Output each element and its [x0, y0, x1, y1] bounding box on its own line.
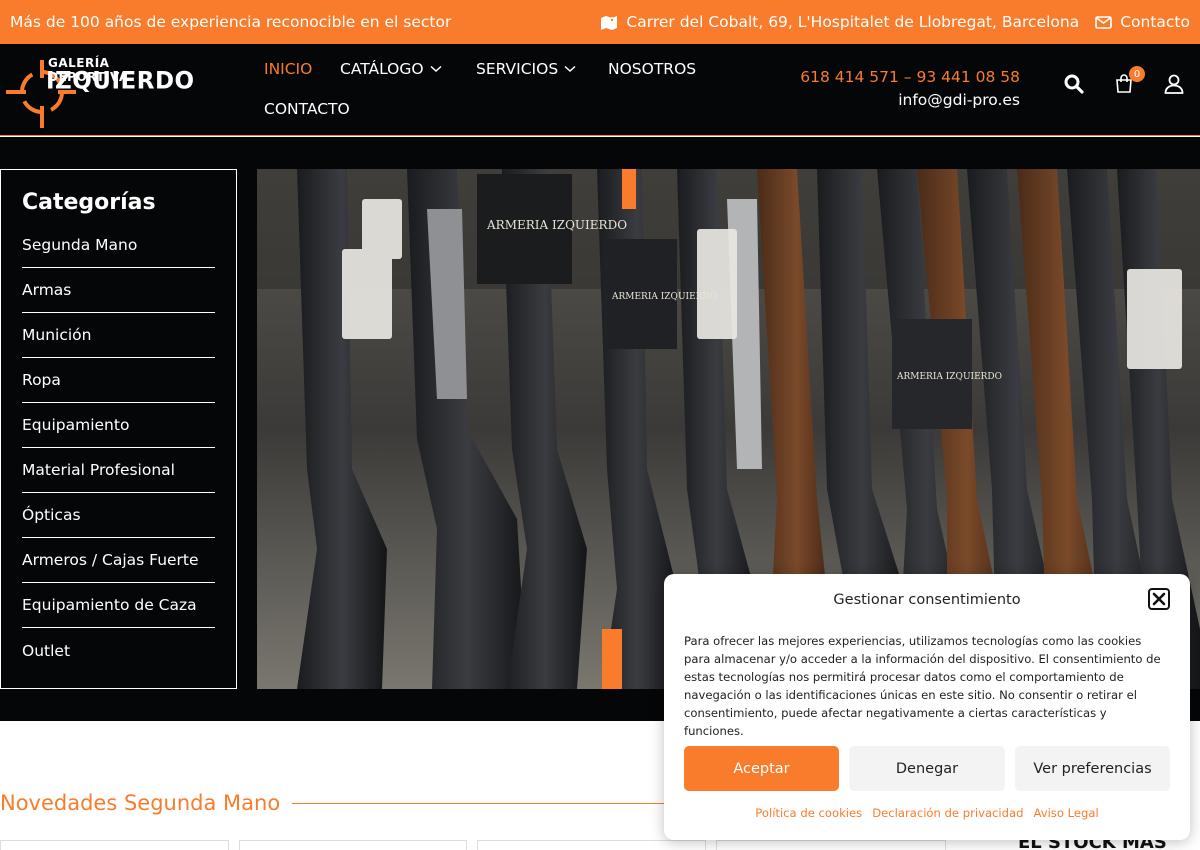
envelope-icon — [1095, 15, 1113, 29]
tag-text: ARMERIA IZQUIERDO — [896, 372, 1002, 382]
user-icon[interactable] — [1164, 74, 1184, 99]
category-item[interactable]: Ópticas — [22, 493, 215, 538]
category-item[interactable]: Segunda Mano — [22, 223, 215, 268]
nav-servicios[interactable]: SERVICIOS — [476, 60, 576, 78]
modal-title: Gestionar consentimiento — [833, 592, 1021, 608]
email-address[interactable]: info@gdi-pro.es — [800, 91, 1020, 109]
nav-label: INICIO — [264, 60, 313, 78]
novedades-title: Novedades Segunda Mano — [0, 791, 281, 815]
category-item[interactable]: Material Profesional — [22, 448, 215, 493]
novedades-heading: Novedades Segunda Mano — [0, 788, 700, 818]
accept-button[interactable]: Aceptar — [684, 746, 839, 791]
legal-notice-link[interactable]: Aviso Legal — [1033, 806, 1098, 820]
category-item[interactable]: Armeros / Cajas Fuerte — [22, 538, 215, 583]
category-item[interactable]: Equipamiento de Caza — [22, 583, 215, 628]
cart-count-badge: 0 — [1129, 66, 1145, 82]
contact-text: Contacto — [1120, 13, 1190, 31]
tag-text: ARMERIA IZQUIERDO — [611, 292, 717, 302]
nav-label: CONTACTO — [264, 100, 350, 118]
categories-title: Categorías — [22, 190, 156, 215]
logo[interactable]: GALERÍA DEPORTIVA IZQUIERDO — [6, 50, 194, 130]
deny-button[interactable]: Denegar — [849, 746, 1005, 791]
chevron-down-icon — [430, 65, 442, 73]
category-item[interactable]: Outlet — [22, 628, 215, 673]
nav-label: NOSOTROS — [608, 60, 697, 78]
categories-panel: Categorías Segunda Mano Armas Munición R… — [0, 169, 237, 689]
nav-label: CATÁLOGO — [340, 60, 424, 78]
category-item[interactable]: Munición — [22, 313, 215, 358]
address-link[interactable]: Carrer del Cobalt, 69, L'Hospitalet de L… — [600, 13, 1079, 31]
product-card[interactable] — [716, 840, 946, 850]
logo-line2: IZQUIERDO — [46, 67, 195, 95]
divider — [292, 802, 700, 804]
nav-label: SERVICIOS — [476, 60, 559, 78]
category-item[interactable]: Armas — [22, 268, 215, 313]
cookie-policy-link[interactable]: Política de cookies — [755, 806, 862, 820]
modal-links: Política de cookies Declaración de priva… — [664, 806, 1190, 820]
contact-link[interactable]: Contacto — [1095, 13, 1190, 31]
map-icon — [600, 14, 618, 30]
tagline: Más de 100 años de experiencia reconocib… — [10, 13, 452, 31]
privacy-statement-link[interactable]: Declaración de privacidad — [872, 806, 1023, 820]
address-text: Carrer del Cobalt, 69, L'Hospitalet de L… — [626, 13, 1080, 31]
nav-inicio[interactable]: INICIO — [264, 60, 312, 78]
search-icon[interactable] — [1064, 74, 1084, 99]
nav-nosotros[interactable]: NOSOTROS — [608, 60, 696, 78]
category-item[interactable]: Ropa — [22, 358, 215, 403]
modal-body-text: Para ofrecer las mejores experiencias, u… — [684, 634, 1161, 738]
cookie-consent-modal: Gestionar consentimiento Para ofrecer la… — [664, 574, 1190, 840]
nav-contacto[interactable]: CONTACTO — [264, 100, 350, 118]
chevron-down-icon — [564, 65, 576, 73]
nav-catalogo[interactable]: CATÁLOGO — [340, 60, 442, 78]
top-bar: Más de 100 años de experiencia reconocib… — [0, 0, 1200, 44]
close-button[interactable] — [1148, 588, 1170, 610]
site-header: GALERÍA DEPORTIVA IZQUIERDO INICIO CATÁL… — [0, 44, 1200, 136]
product-card[interactable] — [477, 840, 706, 850]
product-card[interactable] — [0, 840, 229, 850]
tag-text: ARMERIA IZQUIERDO — [486, 218, 627, 232]
product-card[interactable] — [239, 840, 467, 850]
close-icon — [1152, 592, 1166, 606]
cart-button[interactable]: 0 — [1114, 66, 1145, 99]
preferences-button[interactable]: Ver preferencias — [1015, 746, 1170, 791]
phone-numbers[interactable]: 618 414 571 – 93 441 08 58 — [800, 68, 1020, 86]
category-item[interactable]: Equipamiento — [22, 403, 215, 448]
header-contact: 618 414 571 – 93 441 08 58 info@gdi-pro.… — [800, 68, 1020, 109]
header-icons: 0 — [1064, 66, 1184, 99]
